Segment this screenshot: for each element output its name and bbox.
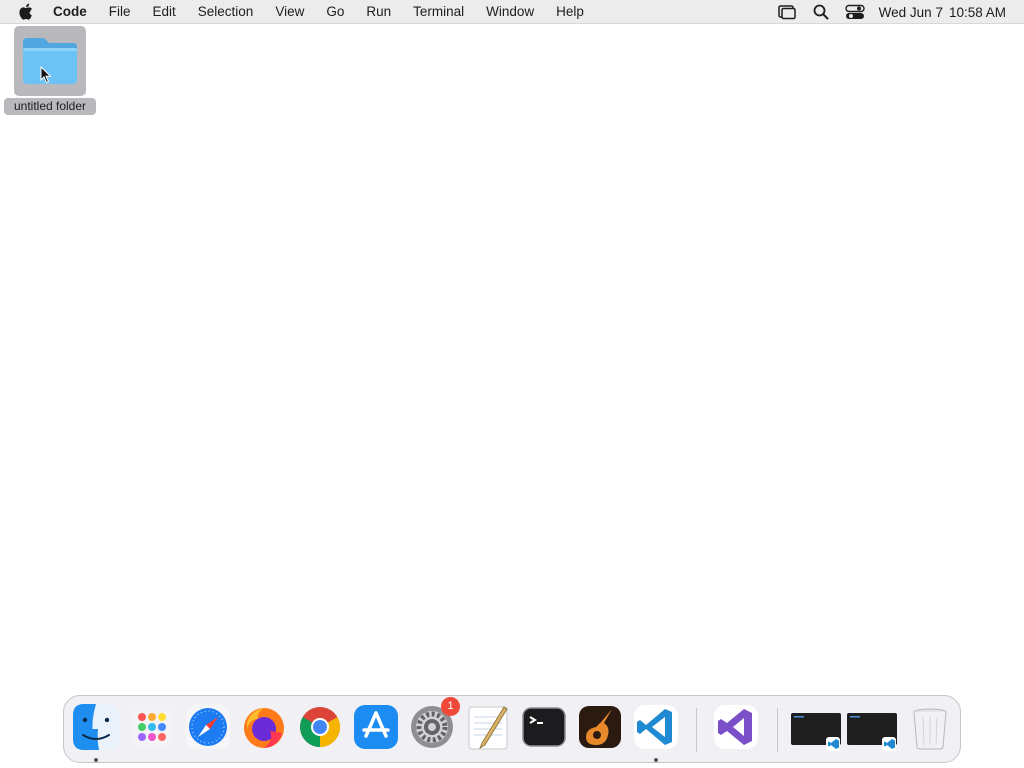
apple-menu-icon[interactable] [18,3,34,20]
dock-system-settings-icon[interactable]: 1 [408,697,460,751]
dock-visual-studio-icon[interactable] [712,703,760,751]
dock: 1 [63,695,961,763]
folder-label[interactable]: untitled folder [4,98,96,115]
menu-selection[interactable]: Selection [187,0,265,24]
menu-run[interactable]: Run [355,0,402,24]
menu-app-code[interactable]: Code [53,0,98,24]
dock-window-thumbnail-1[interactable] [790,703,842,751]
dock-chrome-icon[interactable] [296,703,344,751]
menu-edit[interactable]: Edit [142,0,187,24]
spotlight-search-icon[interactable] [811,4,831,20]
dock-terminal-icon[interactable] [520,703,568,751]
desktop-folder[interactable]: untitled folder [2,26,98,118]
dock-app-store-icon[interactable] [352,703,400,751]
dock-garageband-icon[interactable] [576,703,624,751]
notification-badge: 1 [441,697,460,716]
dock-trash-icon[interactable] [906,703,954,751]
menu-go[interactable]: Go [315,0,355,24]
dock-finder-icon[interactable] [72,703,120,751]
dock-firefox-icon[interactable] [240,703,288,751]
vscode-running-indicator [654,758,658,762]
mouse-pointer-icon [40,65,52,89]
control-center-icon[interactable] [844,4,865,20]
menu-terminal[interactable]: Terminal [402,0,475,24]
menu-view[interactable]: View [264,0,315,24]
screen-mirroring-icon[interactable] [777,4,797,20]
finder-running-indicator [94,758,98,762]
menu-window[interactable]: Window [475,0,545,24]
clock-time: 10:58 AM [948,4,1006,20]
dock-separator [696,708,697,752]
dock-textedit-icon[interactable] [464,703,512,751]
menubar-clock[interactable]: Wed Jun 7 10:58 AM [879,5,1006,20]
menu-file[interactable]: File [98,0,142,24]
menu-help[interactable]: Help [545,0,595,24]
menu-bar: Code File Edit Selection View Go Run Ter… [0,0,1024,24]
dock-window-thumbnail-2[interactable] [846,703,898,751]
clock-date: Wed Jun 7 [878,4,943,20]
dock-launchpad-icon[interactable] [128,703,176,751]
dock-vscode-icon[interactable] [632,703,680,751]
dock-safari-icon[interactable] [184,703,232,751]
dock-separator [777,708,778,752]
